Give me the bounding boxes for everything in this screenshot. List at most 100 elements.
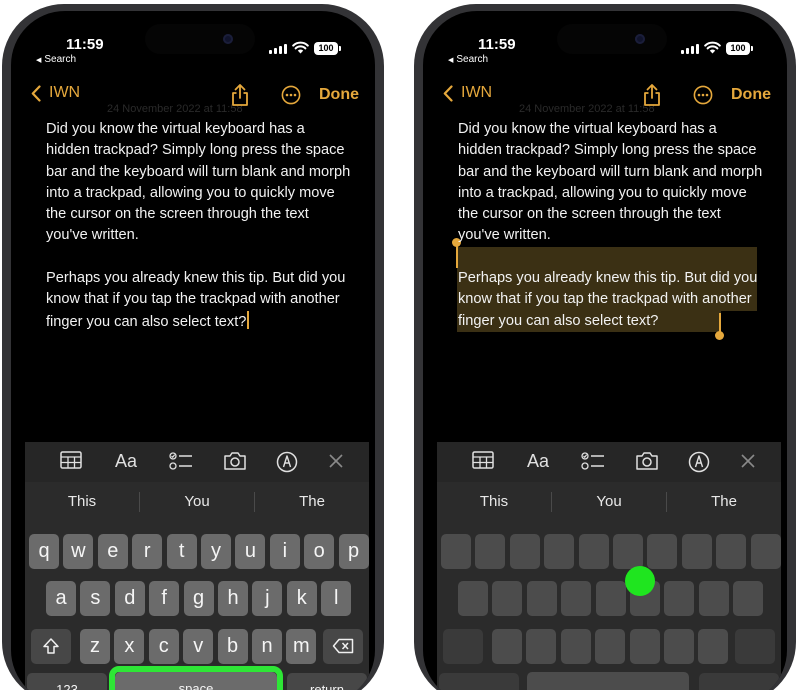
key-q[interactable]: q xyxy=(29,534,59,569)
touch-point-indicator xyxy=(625,566,655,596)
key-v[interactable]: v xyxy=(183,629,214,664)
phone-left: 11:59 ◀ Search 100 24 November 2022 at 11… xyxy=(2,4,384,690)
key-f[interactable]: f xyxy=(149,581,180,616)
signal-icon xyxy=(269,44,287,54)
key-n[interactable]: n xyxy=(252,629,282,664)
checklist-icon[interactable] xyxy=(581,451,605,471)
trackpad-blank-numbers xyxy=(439,673,519,690)
trackpad-blank-key xyxy=(578,534,609,569)
format-toolbar: Aa xyxy=(25,442,369,482)
trackpad-blank-return xyxy=(699,673,779,690)
key-c[interactable]: c xyxy=(148,629,179,664)
more-options-icon[interactable] xyxy=(693,85,713,105)
trackpad-blank-key xyxy=(595,629,626,664)
prediction-2[interactable]: You xyxy=(157,493,237,510)
share-icon[interactable] xyxy=(230,83,250,107)
format-text-icon[interactable]: Aa xyxy=(115,451,137,472)
note-body[interactable]: Did you know the virtual keyboard has a … xyxy=(46,119,351,354)
trackpad-blank-key xyxy=(698,629,729,664)
text-cursor xyxy=(247,310,250,329)
key-j[interactable]: j xyxy=(252,581,283,616)
format-text-icon[interactable]: Aa xyxy=(527,451,549,472)
back-label: IWN xyxy=(49,84,81,101)
key-p[interactable]: p xyxy=(338,534,369,569)
key-a[interactable]: a xyxy=(46,581,76,616)
key-u[interactable]: u xyxy=(235,534,266,569)
prediction-2[interactable]: You xyxy=(569,493,649,510)
return-key[interactable]: return xyxy=(287,673,367,690)
shift-icon xyxy=(43,638,59,654)
key-s[interactable]: s xyxy=(80,581,111,616)
note-paragraph-2: Perhaps you already knew this tip. But d… xyxy=(46,270,346,330)
note-paragraph-1: Did you know the virtual keyboard has a … xyxy=(458,121,763,244)
prediction-3[interactable]: The xyxy=(684,493,764,510)
key-w[interactable]: w xyxy=(63,534,94,569)
back-app-label: Search xyxy=(44,54,77,65)
trackpad-blank-shift xyxy=(443,629,483,664)
back-to-search-link[interactable]: ◀ Search xyxy=(36,54,76,65)
keyboard: This You The qwertyuiopasdfghjklzxcvbnm … xyxy=(25,482,369,690)
camera-icon[interactable] xyxy=(223,451,247,471)
note-date: 24 November 2022 at 11:58 xyxy=(519,103,655,115)
trackpad-blank-key xyxy=(509,534,540,569)
key-m[interactable]: m xyxy=(286,629,317,664)
close-icon[interactable] xyxy=(740,453,756,469)
space-key[interactable]: space xyxy=(115,672,277,690)
predictive-bar: This You The xyxy=(25,482,369,522)
back-to-search-link[interactable]: ◀ Search xyxy=(448,54,488,65)
note-date: 24 November 2022 at 11:58 xyxy=(107,103,243,115)
key-x[interactable]: x xyxy=(114,629,145,664)
note-body[interactable]: Did you know the virtual keyboard has a … xyxy=(458,119,763,353)
back-label: IWN xyxy=(461,84,493,101)
keyboard-trackpad[interactable]: This You The xyxy=(437,482,781,690)
more-options-icon[interactable] xyxy=(281,85,301,105)
prediction-3[interactable]: The xyxy=(272,493,352,510)
checklist-icon[interactable] xyxy=(169,451,193,471)
trackpad-blank-key xyxy=(613,534,643,569)
key-y[interactable]: y xyxy=(201,534,231,569)
chevron-left-icon xyxy=(443,84,453,102)
prediction-1[interactable]: This xyxy=(42,493,122,510)
trackpad-blank-key xyxy=(750,534,781,569)
key-r[interactable]: r xyxy=(132,534,163,569)
table-icon[interactable] xyxy=(472,451,494,469)
format-toolbar: Aa xyxy=(437,442,781,482)
key-b[interactable]: b xyxy=(217,629,248,664)
trackpad-blank-space xyxy=(527,672,689,690)
key-h[interactable]: h xyxy=(218,581,248,616)
trackpad-blank-key xyxy=(733,581,764,616)
trackpad-blank-key xyxy=(492,629,522,664)
table-icon[interactable] xyxy=(60,451,82,469)
back-button[interactable]: IWN xyxy=(31,84,80,102)
markup-pen-icon[interactable] xyxy=(688,451,710,473)
numbers-key[interactable]: 123 xyxy=(27,673,107,690)
key-e[interactable]: e xyxy=(97,534,128,569)
key-i[interactable]: i xyxy=(269,534,300,569)
trackpad-blank-key xyxy=(647,534,678,569)
key-d[interactable]: d xyxy=(114,581,145,616)
key-k[interactable]: k xyxy=(286,581,317,616)
status-time: 11:59 xyxy=(478,36,516,53)
share-icon[interactable] xyxy=(642,83,662,107)
battery-icon: 100 xyxy=(314,42,341,55)
key-l[interactable]: l xyxy=(321,581,352,616)
key-t[interactable]: t xyxy=(166,534,197,569)
shift-key[interactable] xyxy=(31,629,71,664)
prediction-1[interactable]: This xyxy=(454,493,534,510)
key-g[interactable]: g xyxy=(183,581,214,616)
dynamic-island xyxy=(557,24,667,54)
key-o[interactable]: o xyxy=(304,534,335,569)
delete-key[interactable] xyxy=(323,629,363,664)
done-button[interactable]: Done xyxy=(319,86,359,104)
close-icon[interactable] xyxy=(328,453,344,469)
note-paragraph-1: Did you know the virtual keyboard has a … xyxy=(46,121,351,244)
note-paragraph-2-selected: Perhaps you already knew this tip. But d… xyxy=(458,270,758,329)
markup-pen-icon[interactable] xyxy=(276,451,298,473)
screen-right: 11:59 ◀ Search 100 24 November 2022 at 11… xyxy=(423,11,787,690)
done-button[interactable]: Done xyxy=(731,86,771,104)
back-button[interactable]: IWN xyxy=(443,84,492,102)
camera-icon[interactable] xyxy=(635,451,659,471)
trackpad-blank-key xyxy=(458,581,488,616)
trackpad-blank-key xyxy=(698,581,729,616)
key-z[interactable]: z xyxy=(80,629,110,664)
